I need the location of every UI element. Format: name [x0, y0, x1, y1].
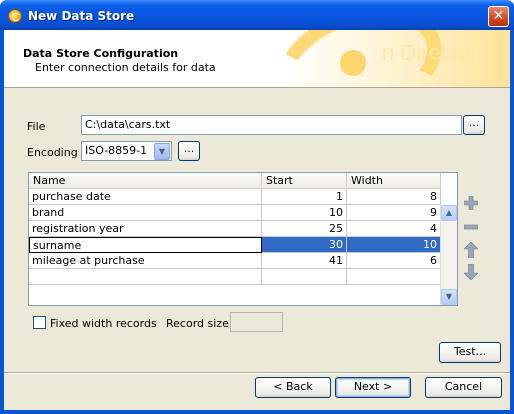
- record-size-input: [230, 312, 283, 332]
- back-button[interactable]: < Back: [255, 377, 331, 398]
- cancel-button[interactable]: Cancel: [425, 377, 502, 398]
- cell-name[interactable]: surname: [29, 237, 262, 253]
- cell-width[interactable]: 10: [347, 237, 441, 253]
- cell-width[interactable]: 9: [347, 205, 441, 221]
- table-row[interactable]: registration year 25 4: [29, 221, 441, 237]
- record-size-label: Record size: [166, 317, 229, 330]
- dialog-window: New Data Store ✕ n Director Data Store C…: [0, 0, 514, 414]
- fields-table[interactable]: Name Start Width purchase date 1 8 brand…: [28, 172, 458, 306]
- cell-empty[interactable]: [29, 269, 262, 285]
- encoding-select[interactable]: ISO-8859-1 ▼: [81, 141, 172, 161]
- cell-start[interactable]: 25: [262, 221, 347, 237]
- cell-empty[interactable]: [262, 269, 347, 285]
- move-up-icon[interactable]: [463, 241, 479, 259]
- encoding-value: ISO-8859-1: [85, 144, 148, 157]
- cell-name[interactable]: purchase date: [29, 189, 262, 205]
- cell-start[interactable]: 41: [262, 253, 347, 269]
- test-button[interactable]: Test...: [439, 342, 501, 363]
- footer-divider: [4, 372, 510, 374]
- brand-watermark: n Director: [382, 40, 478, 65]
- cell-name[interactable]: registration year: [29, 221, 262, 237]
- app-icon: [8, 9, 22, 23]
- table-row[interactable]: brand 10 9: [29, 205, 441, 221]
- window-frame-bottom: [0, 410, 514, 414]
- cell-start[interactable]: 30: [262, 237, 347, 253]
- cell-name[interactable]: brand: [29, 205, 262, 221]
- column-header-width[interactable]: Width: [347, 173, 441, 189]
- scroll-up-icon[interactable]: ▲: [441, 205, 457, 221]
- file-label: File: [27, 120, 46, 133]
- remove-icon[interactable]: [463, 220, 479, 234]
- table-row[interactable]: mileage at purchase 41 6: [29, 253, 441, 269]
- page-title: Data Store Configuration: [23, 47, 179, 60]
- cell-width[interactable]: 6: [347, 253, 441, 269]
- fixed-width-label[interactable]: Fixed width records: [50, 317, 157, 330]
- column-header-name[interactable]: Name: [29, 173, 262, 189]
- dialog-body: n Director Data Store Configuration Ente…: [4, 30, 510, 410]
- next-button[interactable]: Next >: [335, 377, 411, 398]
- cell-start[interactable]: 1: [262, 189, 347, 205]
- cell-width[interactable]: 8: [347, 189, 441, 205]
- table-scrollbar[interactable]: ▲ ▼: [440, 205, 457, 305]
- chevron-down-icon[interactable]: ▼: [154, 143, 170, 160]
- table-row[interactable]: purchase date 1 8: [29, 189, 441, 205]
- brand-dot-graphic: [340, 50, 366, 76]
- fixed-width-checkbox[interactable]: [33, 316, 46, 329]
- cell-width[interactable]: 4: [347, 221, 441, 237]
- move-down-icon[interactable]: [463, 263, 479, 281]
- page-subtitle: Enter connection details for data: [35, 61, 216, 74]
- file-browse-button[interactable]: ...: [463, 115, 485, 135]
- encoding-label: Encoding: [27, 146, 78, 159]
- wizard-header: n Director Data Store Configuration Ente…: [4, 30, 510, 88]
- table-row-empty[interactable]: [29, 269, 441, 285]
- table-header: Name Start Width: [29, 173, 441, 189]
- scroll-down-icon[interactable]: ▼: [441, 289, 457, 305]
- window-title: New Data Store: [28, 9, 135, 23]
- cell-start[interactable]: 10: [262, 205, 347, 221]
- close-button[interactable]: ✕: [488, 6, 509, 27]
- title-bar[interactable]: New Data Store ✕: [0, 0, 514, 30]
- add-icon[interactable]: [463, 195, 479, 211]
- cell-name[interactable]: mileage at purchase: [29, 253, 262, 269]
- cell-empty[interactable]: [347, 269, 441, 285]
- encoding-browse-button[interactable]: ...: [178, 141, 200, 161]
- column-header-start[interactable]: Start: [262, 173, 347, 189]
- file-path-input[interactable]: C:\data\cars.txt: [81, 115, 462, 135]
- table-row-selected[interactable]: surname 30 10: [29, 237, 441, 253]
